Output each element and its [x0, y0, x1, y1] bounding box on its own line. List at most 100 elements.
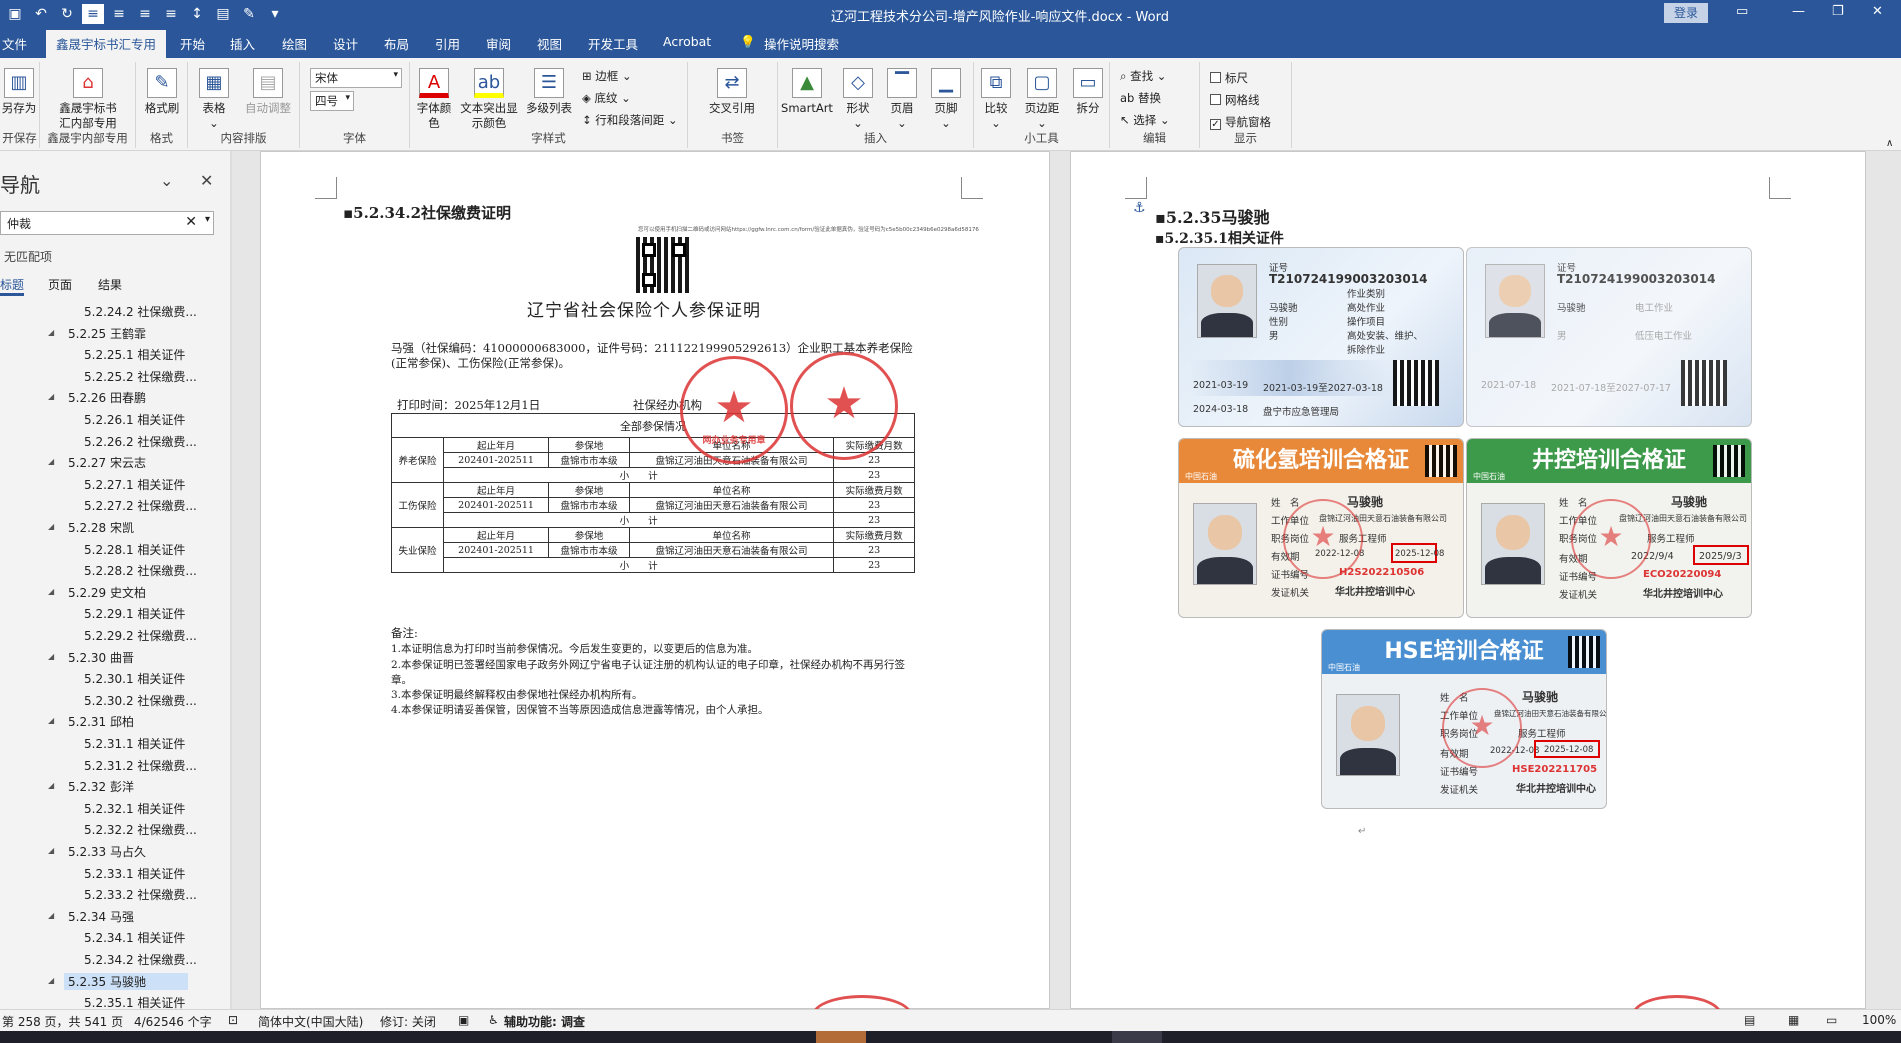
multilevel-button[interactable]: ☰ 多级列表: [524, 68, 574, 116]
justify-icon[interactable]: ≡: [160, 4, 182, 24]
header-button[interactable]: ▔ 页眉 ⌄: [882, 68, 922, 131]
nav-subheading-item[interactable]: 5.2.27.2 社保缴费...: [80, 497, 197, 514]
clear-search-icon[interactable]: ✕: [185, 214, 197, 230]
tab-developer[interactable]: 开发工具: [588, 34, 638, 53]
nav-subheading-item[interactable]: 5.2.31.1 相关证件: [80, 735, 185, 752]
collapse-triangle-icon[interactable]: ◢: [48, 457, 54, 466]
close-icon[interactable]: ✕: [1872, 4, 1883, 19]
replace-button[interactable]: ab 替换: [1120, 90, 1161, 106]
collapse-triangle-icon[interactable]: ◢: [48, 328, 54, 337]
collapse-triangle-icon[interactable]: ◢: [48, 716, 54, 725]
track-changes[interactable]: 修订: 关闭: [380, 1013, 436, 1030]
nav-subheading-item[interactable]: 5.2.29.2 社保缴费...: [80, 627, 197, 644]
proofing-icon[interactable]: ⊡: [228, 1013, 238, 1027]
collapse-triangle-icon[interactable]: ◢: [48, 652, 54, 661]
collapse-triangle-icon[interactable]: ◢: [48, 392, 54, 401]
nav-subheading-item[interactable]: 5.2.28.2 社保缴费...: [80, 562, 197, 579]
tab-design[interactable]: 设计: [333, 34, 358, 53]
nav-subheading-item[interactable]: 5.2.31.2 社保缴费...: [80, 757, 197, 774]
taskbar-app[interactable]: [1112, 1031, 1162, 1043]
collapse-triangle-icon[interactable]: ◢: [48, 911, 54, 920]
tab-home[interactable]: 开始: [180, 34, 205, 53]
nav-heading-item[interactable]: ◢ 5.2.35 马骏驰: [48, 972, 188, 990]
collapse-triangle-icon[interactable]: ◢: [48, 976, 54, 985]
margins-button[interactable]: ▢ 页边距 ⌄: [1020, 68, 1064, 131]
format-painter-icon[interactable]: ✎: [238, 4, 260, 24]
nav-heading-item[interactable]: ◢ 5.2.29 史文柏: [48, 584, 146, 601]
save-icon[interactable]: ▣: [4, 4, 26, 24]
anchor-icon[interactable]: ⚓: [1133, 200, 1146, 216]
nav-heading-item[interactable]: ◢ 5.2.30 曲晋: [48, 649, 134, 666]
table-button[interactable]: ▦ 表格 ⌄: [194, 68, 234, 131]
format-brush-button[interactable]: ✎ 格式刷: [140, 68, 184, 116]
section-heading[interactable]: ▪5.2.34.2社保缴费证明: [343, 202, 511, 223]
collapse-ribbon-icon[interactable]: ∧: [1886, 138, 1893, 149]
nav-subheading-item[interactable]: 5.2.25.2 社保缴费...: [80, 368, 197, 385]
font-name-combo[interactable]: 宋体 ▾: [310, 68, 402, 88]
search-options-icon[interactable]: ▾: [205, 214, 210, 225]
nav-subheading-item[interactable]: 5.2.28.1 相关证件: [80, 541, 185, 558]
highlight-button[interactable]: ab 文本突出显 示颜色: [458, 68, 520, 131]
nav-heading-item[interactable]: ◢ 5.2.28 宋凯: [48, 519, 134, 536]
web-layout-icon[interactable]: ▭: [1826, 1013, 1837, 1027]
footer-button[interactable]: ▁ 页脚 ⌄: [926, 68, 966, 131]
nav-heading-item[interactable]: ◢ 5.2.33 马占久: [48, 843, 146, 860]
spacing-button[interactable]: ↕ 行和段落间距 ⌄: [582, 112, 678, 128]
close-icon[interactable]: ✕: [200, 171, 213, 190]
collapse-triangle-icon[interactable]: ◢: [48, 846, 54, 855]
accessibility-status[interactable]: 辅助功能: 调查: [504, 1013, 585, 1030]
subsection-heading[interactable]: ▪5.2.35.1相关证件: [1155, 228, 1284, 248]
section-heading[interactable]: ▪5.2.35马骏驰: [1155, 204, 1270, 228]
nav-subheading-item[interactable]: 5.2.25.1 相关证件: [80, 346, 185, 363]
tab-view[interactable]: 视图: [537, 34, 562, 53]
tab-draw[interactable]: 绘图: [282, 34, 307, 53]
crossref-button[interactable]: ⇄ 交叉引用: [702, 68, 762, 116]
nav-subheading-item[interactable]: 5.2.26.1 相关证件: [80, 411, 185, 428]
nav-heading-item[interactable]: ◢ 5.2.25 王鹤霏: [48, 325, 146, 342]
smartart-button[interactable]: ▲ SmartArt: [780, 68, 834, 116]
tab-layout[interactable]: 布局: [384, 34, 409, 53]
ruler-checkbox[interactable]: 标尺: [1210, 70, 1248, 86]
ribbon-display-icon[interactable]: ▭: [1736, 4, 1748, 19]
compare-button[interactable]: ⧉ 比较 ⌄: [976, 68, 1016, 131]
tab-xsy[interactable]: 鑫晟宇标书汇专用: [46, 30, 167, 58]
zoom-level[interactable]: 100%: [1862, 1013, 1896, 1027]
save-as-icon[interactable]: ▤: [212, 4, 234, 24]
tab-insert[interactable]: 插入: [230, 34, 255, 53]
line-spacing-icon[interactable]: ↕: [186, 4, 208, 24]
collapse-triangle-icon[interactable]: ◢: [48, 587, 54, 596]
undo-icon[interactable]: ↶: [30, 4, 52, 24]
nav-subheading-item[interactable]: 5.2.33.2 社保缴费...: [80, 886, 197, 903]
select-button[interactable]: ↖ 选择 ⌄: [1120, 112, 1170, 128]
nav-tab-results[interactable]: 结果: [98, 276, 122, 293]
font-size-combo[interactable]: 四号 ▾: [310, 91, 354, 111]
nav-heading-item[interactable]: ◢ 5.2.34 马强: [48, 908, 134, 925]
nav-subheading-item[interactable]: 5.2.24.2 社保缴费...: [80, 303, 197, 320]
restore-icon[interactable]: ❐: [1832, 4, 1844, 19]
nav-search-input[interactable]: 仲裁 ✕ ▾: [0, 211, 214, 235]
nav-subheading-item[interactable]: 5.2.26.2 社保缴费...: [80, 433, 197, 450]
find-button[interactable]: ⌕ 查找 ⌄: [1120, 68, 1166, 84]
nav-subheading-item[interactable]: 5.2.34.2 社保缴费...: [80, 951, 197, 968]
tab-references[interactable]: 引用: [435, 34, 460, 53]
nav-subheading-item[interactable]: 5.2.33.1 相关证件: [80, 865, 185, 882]
shading-button[interactable]: ◈ 底纹 ⌄: [582, 90, 631, 106]
taskbar-app[interactable]: [816, 1031, 866, 1043]
align-center-icon[interactable]: ≡: [108, 4, 130, 24]
tab-acrobat[interactable]: Acrobat: [663, 34, 711, 49]
macro-icon[interactable]: ▣: [458, 1013, 469, 1027]
align-right-icon[interactable]: ≡: [134, 4, 156, 24]
nav-subheading-item[interactable]: 5.2.30.1 相关证件: [80, 670, 185, 687]
nav-subheading-item[interactable]: 5.2.27.1 相关证件: [80, 476, 185, 493]
tell-me-search[interactable]: 操作说明搜索: [764, 34, 839, 53]
font-color-button[interactable]: A 字体颜 色: [414, 68, 454, 131]
nav-heading-item[interactable]: ◢ 5.2.32 彭洋: [48, 778, 134, 795]
xsy-button[interactable]: ⌂ 鑫晟宇标书 汇内部专用: [46, 68, 130, 131]
split-button[interactable]: ▭ 拆分: [1068, 68, 1108, 116]
print-layout-icon[interactable]: ▦: [1788, 1013, 1799, 1027]
read-mode-icon[interactable]: ▤: [1744, 1013, 1755, 1027]
border-button[interactable]: ⊞ 边框 ⌄: [582, 68, 632, 84]
gridlines-checkbox[interactable]: 网格线: [1210, 92, 1260, 108]
minimize-icon[interactable]: —: [1792, 4, 1805, 19]
collapse-triangle-icon[interactable]: ◢: [48, 522, 54, 531]
